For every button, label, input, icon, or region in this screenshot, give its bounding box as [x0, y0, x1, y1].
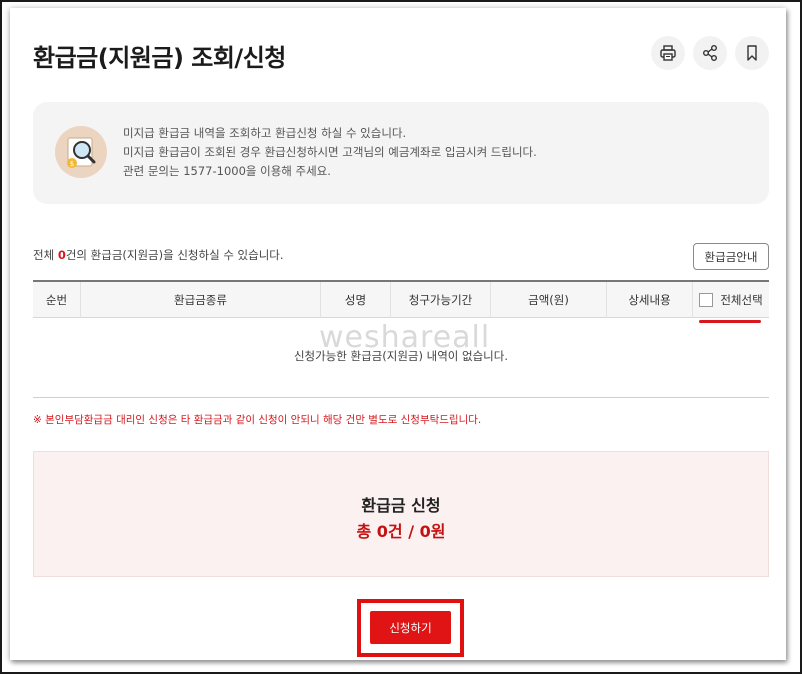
select-all-highlight — [699, 320, 761, 323]
info-line: 미지급 환급금 내역을 조회하고 환급신청 하실 수 있습니다. — [123, 126, 407, 140]
proxy-notice: ※ 본인부담환급금 대리인 신청은 타 환급금과 같이 신청이 안되니 해당 건… — [33, 414, 482, 426]
apply-title: 환급금 신청 — [361, 496, 441, 515]
info-line: 관련 문의는 1577-1000을 이용해 주세요. — [123, 164, 331, 178]
select-all-label: 전체선택 — [720, 293, 763, 307]
col-details: 상세내용 — [607, 282, 693, 318]
page-title: 환급금(지원금) 조회/신청 — [33, 44, 286, 72]
refund-search-icon: $ — [55, 126, 107, 178]
empty-message: 신청가능한 환급금(지원금) 내역이 없습니다. — [293, 349, 509, 363]
share-icon — [703, 45, 717, 61]
print-icon — [660, 45, 676, 61]
col-claim-period: 청구가능기간 — [391, 282, 491, 318]
info-text: 미지급 환급금 내역을 조회하고 환급신청 하실 수 있습니다. 미지급 환급금… — [123, 124, 537, 181]
bookmark-button[interactable] — [735, 36, 769, 70]
apply-total: 총 0건 / 0원 — [356, 522, 446, 541]
col-select-all[interactable]: 전체선택 — [693, 282, 769, 318]
info-line: 미지급 환급금이 조회된 경우 환급신청하시면 고객님의 예금계좌로 입금시켜 … — [123, 145, 537, 159]
print-button[interactable] — [651, 36, 685, 70]
col-name: 성명 — [321, 282, 391, 318]
col-amount: 금액(원) — [491, 282, 607, 318]
refund-summary: 전체 0건의 환급금(지원금)을 신청하실 수 있습니다. — [33, 248, 284, 262]
refund-count: 0 — [57, 248, 66, 262]
content-card: 환급금(지원금) 조회/신청 $ 미지급 환급금 내역을 조회하고 환급신청 하… — [10, 8, 786, 660]
info-box: $ 미지급 환급금 내역을 조회하고 환급신청 하실 수 있습니다. 미지급 환… — [33, 102, 769, 204]
svg-text:$: $ — [70, 160, 74, 168]
col-refund-type: 환급금종류 — [81, 282, 321, 318]
divider — [33, 397, 769, 398]
apply-summary-box: 환급금 신청 총 0건 / 0원 — [33, 451, 769, 577]
refund-guide-button[interactable]: 환급금안내 — [693, 243, 769, 270]
share-button[interactable] — [693, 36, 727, 70]
table-header: 순번 환급금종류 성명 청구가능기간 금액(원) 상세내용 전체선택 — [33, 280, 769, 318]
select-all-checkbox[interactable] — [699, 293, 714, 307]
apply-button[interactable]: 신청하기 — [370, 611, 451, 644]
bookmark-icon — [747, 45, 757, 61]
col-no: 순번 — [33, 282, 81, 318]
